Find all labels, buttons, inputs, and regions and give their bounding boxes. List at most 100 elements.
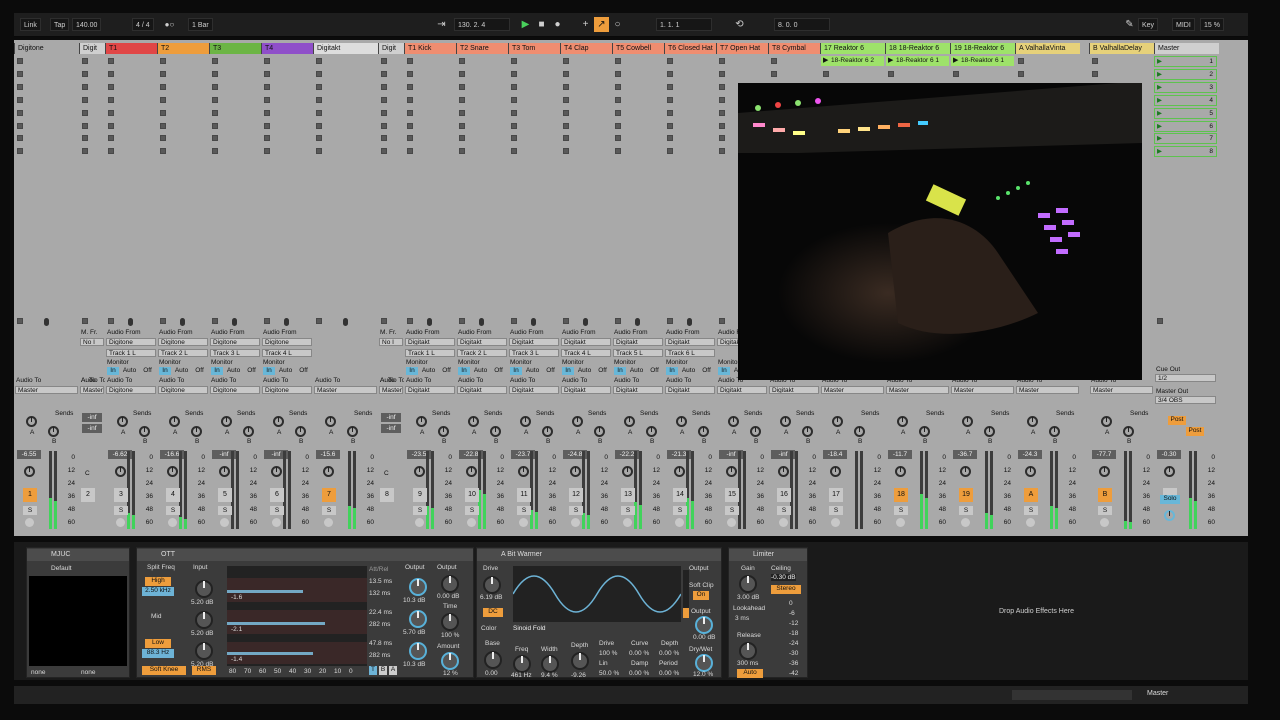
monitor-auto-button[interactable]: Auto xyxy=(172,367,191,375)
monitor-in-button[interactable]: In xyxy=(211,367,223,375)
input-channel-select[interactable]: Track 1 L xyxy=(405,349,455,357)
track-header[interactable]: T8 Cymbal xyxy=(768,43,820,54)
monitor-auto-button[interactable]: Auto xyxy=(627,367,646,375)
clip-slot-stop[interactable] xyxy=(212,122,218,129)
scene-launch[interactable]: 6 ▶ xyxy=(1154,120,1217,132)
send-a-knob[interactable] xyxy=(1027,416,1038,427)
base-knob[interactable] xyxy=(484,651,502,669)
audio-to-select[interactable]: Digitakt xyxy=(509,386,559,394)
clip-slot-stop[interactable] xyxy=(17,148,23,155)
mid-attack[interactable]: 22.4 ms xyxy=(369,609,392,616)
input-type-select[interactable]: Digitakt xyxy=(457,338,507,346)
clip-slot-stop[interactable] xyxy=(17,70,23,77)
pan-knob[interactable] xyxy=(895,466,906,477)
arm-button[interactable] xyxy=(25,518,34,527)
audio-to-select[interactable]: Master xyxy=(821,386,884,394)
track-header[interactable]: T7 Open Hat xyxy=(716,43,768,54)
monitor-off-button[interactable]: Off xyxy=(595,367,610,375)
release-knob[interactable] xyxy=(739,642,757,660)
input-channel-select[interactable]: Track 6 L xyxy=(665,349,715,357)
audio-to-select[interactable]: Digitakt xyxy=(665,386,715,394)
input-channel-select[interactable]: Track 4 L xyxy=(561,349,611,357)
track-header[interactable]: Digitakt xyxy=(313,43,378,54)
clip-slot-stop[interactable] xyxy=(511,109,517,116)
send-b-knob[interactable] xyxy=(191,426,202,437)
clip-slot-stop[interactable] xyxy=(459,122,465,129)
scene-play-icon[interactable]: ▶ xyxy=(1157,70,1162,79)
audio-to-select[interactable]: Master xyxy=(314,386,377,394)
clip-slot-stop[interactable] xyxy=(160,96,166,103)
solo-button[interactable]: S xyxy=(465,506,479,515)
monitor-in-button[interactable]: In xyxy=(510,367,522,375)
monitor-in-button[interactable]: In xyxy=(458,367,470,375)
input-channel-select[interactable]: Track 5 L xyxy=(613,349,663,357)
loop-start[interactable]: 1. 1. 1 xyxy=(656,18,712,31)
send-b-knob[interactable] xyxy=(802,426,813,437)
drive-knob[interactable] xyxy=(483,576,501,594)
depth-knob[interactable] xyxy=(571,652,589,670)
arm-mic-icon[interactable] xyxy=(635,318,640,326)
clip-slot-stop[interactable] xyxy=(1018,58,1024,64)
clip-slot-stop[interactable] xyxy=(563,83,569,90)
cue-out-select[interactable]: 1/2 xyxy=(1155,374,1216,382)
clip-slot-stop[interactable] xyxy=(459,109,465,116)
arm-mic-icon[interactable] xyxy=(583,318,588,326)
track-header[interactable]: T3 xyxy=(209,43,261,54)
audio-to-select[interactable]: Master xyxy=(379,386,403,394)
dc-button[interactable]: DC xyxy=(483,608,503,617)
monitor-auto-button[interactable]: Auto xyxy=(523,367,542,375)
send-a-knob[interactable] xyxy=(624,416,635,427)
stop-clips-button[interactable] xyxy=(82,318,88,324)
monitor-in-button[interactable]: In xyxy=(406,367,418,375)
arm-button[interactable] xyxy=(220,518,229,527)
clip-slot-stop[interactable] xyxy=(563,148,569,155)
loop-icon[interactable]: ⟲ xyxy=(732,17,747,32)
audio-to-select[interactable]: Master xyxy=(886,386,949,394)
clip-slot-stop[interactable] xyxy=(1018,70,1024,77)
send-b-knob[interactable] xyxy=(490,426,501,437)
clip-slot-stop[interactable] xyxy=(108,122,114,129)
input-type-select[interactable]: Digitakt xyxy=(509,338,559,346)
clip-slot-stop[interactable] xyxy=(264,58,270,64)
arm-button[interactable] xyxy=(324,518,333,527)
track-activator[interactable]: B xyxy=(1098,488,1112,502)
arm-mic-icon[interactable] xyxy=(43,318,49,326)
clip-slot-stop[interactable] xyxy=(719,122,725,129)
arm-button[interactable] xyxy=(415,518,424,527)
monitor-in-button[interactable]: In xyxy=(666,367,678,375)
clip-slot-stop[interactable] xyxy=(316,148,322,155)
clip-play-icon[interactable]: ▶ xyxy=(823,56,828,66)
low-release[interactable]: 282 ms xyxy=(369,652,390,659)
clip-slot-stop[interactable] xyxy=(212,109,218,116)
audio-to-select[interactable]: Digitone xyxy=(158,386,208,394)
monitor-in-button[interactable]: In xyxy=(263,367,275,375)
track-activator[interactable]: 7 xyxy=(322,488,336,502)
midi-from-select[interactable]: No I xyxy=(379,338,403,346)
solo-button[interactable]: S xyxy=(621,506,635,515)
clip-slot-stop[interactable] xyxy=(264,83,270,90)
clip-slot-stop[interactable] xyxy=(160,109,166,116)
tempo-field[interactable]: 140.00 xyxy=(72,18,102,31)
t-button[interactable]: T xyxy=(369,666,377,675)
audio-to-select[interactable]: Master xyxy=(1016,386,1079,394)
clip-slot-stop[interactable] xyxy=(381,70,387,77)
time-knob[interactable] xyxy=(441,613,459,631)
input-type-select[interactable]: Digitone xyxy=(210,338,260,346)
clip-slot-stop[interactable] xyxy=(264,135,270,142)
volume-field[interactable]: -18.4 xyxy=(823,450,847,459)
monitor-auto-button[interactable]: Auto xyxy=(276,367,295,375)
send-a-knob[interactable] xyxy=(117,416,128,427)
clip-slot-stop[interactable] xyxy=(17,83,23,90)
clip-slot-stop[interactable] xyxy=(17,122,23,129)
input-high-knob[interactable] xyxy=(195,580,213,598)
track-activator[interactable]: 1 xyxy=(23,488,37,502)
scene-launch[interactable]: 3 ▶ xyxy=(1154,81,1217,93)
track-activator[interactable]: 17 xyxy=(829,488,843,502)
clip-slot-stop[interactable] xyxy=(1092,58,1098,64)
input-low-knob[interactable] xyxy=(195,642,213,660)
solo-button[interactable]: S xyxy=(218,506,232,515)
clip-playing[interactable]: 18-Reaktor 6 2 xyxy=(821,56,884,66)
punch-icon[interactable]: ○ xyxy=(610,17,625,32)
play-icon[interactable]: ▶ xyxy=(518,17,533,32)
high-attack[interactable]: 13.5 ms xyxy=(369,578,392,585)
